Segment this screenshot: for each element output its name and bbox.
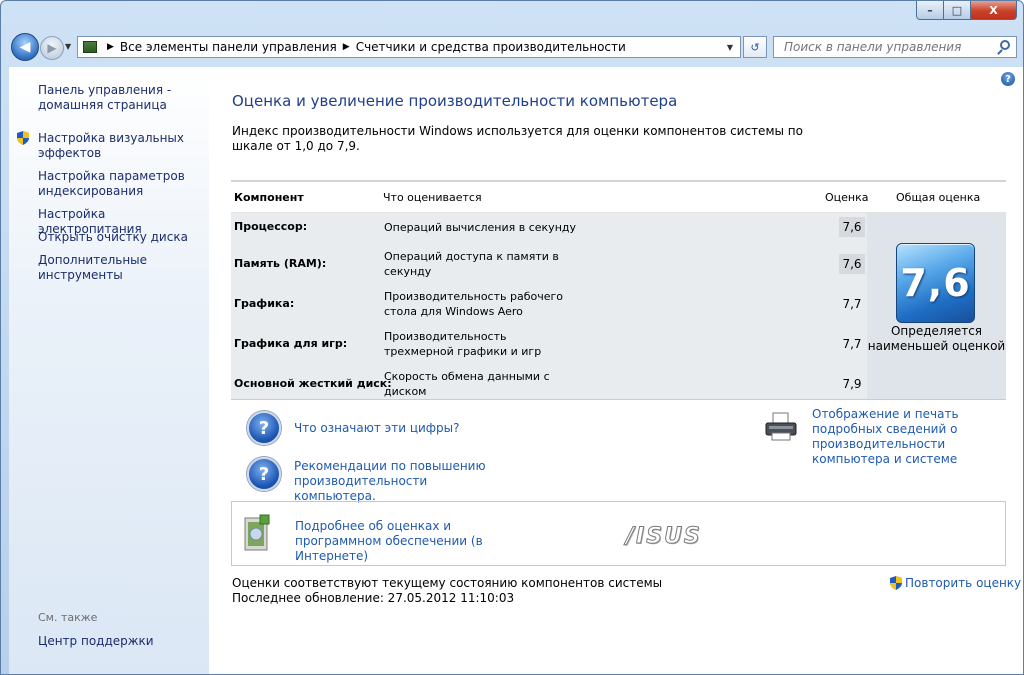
component-name: Процессор: [234, 220, 308, 233]
refresh-icon: ↺ [750, 40, 760, 54]
sidebar: Панель управления - домашняя страница На… [9, 67, 209, 674]
chevron-right-icon[interactable]: ▶ [107, 42, 114, 52]
sidebar-item-advanced-tools[interactable]: Дополнительные инструменты [38, 253, 148, 283]
address-bar[interactable]: ▶ Все элементы панели управления ▶ Счетч… [77, 36, 741, 58]
component-name: Основной жесткий диск: [234, 377, 392, 390]
table-row: Память (RAM): Операций доступа к памяти … [231, 246, 865, 286]
component-name: Графика для игр: [234, 337, 348, 350]
back-button[interactable]: ◀ [11, 33, 39, 61]
component-name: Память (RAM): [234, 257, 327, 270]
history-dropdown-icon[interactable]: ▼ [65, 42, 71, 51]
arrow-right-icon: ▶ [47, 41, 57, 55]
header-total: Общая оценка [896, 191, 981, 204]
table-row: Графика: Производительность рабочего сто… [231, 286, 865, 326]
minimize-button[interactable]: – [916, 1, 944, 20]
printer-icon [765, 412, 797, 441]
window: – □ X ◀ ▶ ▼ ▶ Все элементы панели управл… [0, 0, 1024, 675]
close-button[interactable]: X [971, 1, 1017, 20]
rerun-label[interactable]: Повторить оценку [905, 576, 1021, 590]
component-score: 7,7 [842, 297, 862, 311]
oem-logo: /ISUS [626, 524, 702, 550]
component-score: 7,9 [842, 377, 862, 391]
print-details-link[interactable]: Отображение и печать подробных сведений … [812, 407, 1012, 467]
component-score: 7,7 [842, 337, 862, 351]
main-content: ? Оценка и увеличение производительности… [209, 67, 1023, 674]
software-box-icon [244, 514, 270, 551]
what-numbers-link[interactable]: Что означают эти цифры? [294, 421, 460, 436]
table-row: Графика для игр: Производительность трех… [231, 326, 865, 366]
sidebar-item-home[interactable]: Панель управления - домашняя страница [38, 83, 178, 113]
header-component: Компонент [234, 191, 304, 204]
component-description: Операций вычисления в секунду [384, 221, 576, 234]
sidebar-item-disk-cleanup[interactable]: Открыть очистку диска [38, 230, 203, 245]
question-icon: ? [247, 411, 281, 445]
base-score-badge: 7,6 [896, 243, 975, 323]
control-panel-icon [83, 41, 97, 53]
total-score-panel: 7,6 Определяется наименьшей оценкой [867, 213, 1006, 399]
help-icon[interactable]: ? [1001, 72, 1015, 86]
breadcrumb-performance[interactable]: Счетчики и средства производительности [356, 40, 626, 54]
page-title: Оценка и увеличение производительности к… [232, 92, 678, 110]
component-description: Производительность трехмерной графики и … [384, 330, 542, 358]
base-score-value: 7,6 [900, 261, 971, 305]
base-score-caption: Определяется наименьшей оценкой [867, 324, 1006, 353]
component-description: Скорость обмена данными с диском [384, 370, 550, 398]
online-info-box: Подробнее об оценках и программном обесп… [231, 501, 1006, 566]
status-text: Оценки соответствуют текущему состоянию … [232, 576, 662, 606]
see-also-heading: См. также [38, 611, 98, 624]
component-description: Производительность рабочего стола для Wi… [384, 290, 564, 318]
status-last-update: Последнее обновление: 27.05.2012 11:10:0… [232, 591, 515, 605]
component-score: 7,6 [839, 217, 865, 237]
breadcrumb-all-items[interactable]: Все элементы панели управления [120, 40, 337, 54]
search-box [773, 36, 1017, 58]
table-row: Основной жесткий диск: Скорость обмена д… [231, 366, 865, 406]
table-body: Процессор: Операций вычисления в секунду… [231, 213, 1006, 400]
rerun-assessment-link[interactable]: Повторить оценку [890, 576, 1021, 590]
status-current: Оценки соответствуют текущему состоянию … [232, 576, 663, 590]
sidebar-item-indexing[interactable]: Настройка параметров индексирования [38, 169, 188, 199]
recommendations-link[interactable]: Рекомендации по повышению производительн… [294, 459, 509, 504]
more-online-link[interactable]: Подробнее об оценках и программном обесп… [295, 519, 535, 564]
table-header: Компонент Что оценивается Оценка Общая о… [231, 180, 1006, 213]
maximize-button[interactable]: □ [944, 1, 971, 20]
score-table: Компонент Что оценивается Оценка Общая о… [231, 180, 1006, 400]
component-name: Графика: [234, 297, 295, 310]
forward-button[interactable]: ▶ [40, 36, 64, 60]
sidebar-item-visual-effects[interactable]: Настройка визуальных эффектов [38, 131, 188, 161]
sidebar-item-action-center[interactable]: Центр поддержки [38, 634, 154, 648]
refresh-button[interactable]: ↺ [743, 36, 767, 58]
arrow-left-icon: ◀ [19, 39, 31, 55]
component-description: Операций доступа к памяти в секунду [384, 250, 559, 278]
navigation-bar: ◀ ▶ ▼ ▶ Все элементы панели управления ▶… [1, 29, 1023, 65]
question-icon: ? [247, 457, 281, 491]
header-what: Что оценивается [383, 191, 482, 204]
header-score: Оценка [825, 191, 869, 204]
uac-shield-icon [17, 131, 29, 145]
caption-buttons: – □ X [916, 1, 1017, 20]
intro-text: Индекс производительности Windows исполь… [232, 124, 803, 153]
component-score: 7,6 [839, 254, 865, 274]
uac-shield-icon [890, 576, 902, 590]
search-input[interactable] [782, 39, 996, 55]
chevron-right-icon[interactable]: ▶ [343, 42, 350, 52]
search-icon[interactable] [1000, 40, 1010, 50]
chevron-down-icon[interactable]: ▼ [722, 38, 738, 56]
